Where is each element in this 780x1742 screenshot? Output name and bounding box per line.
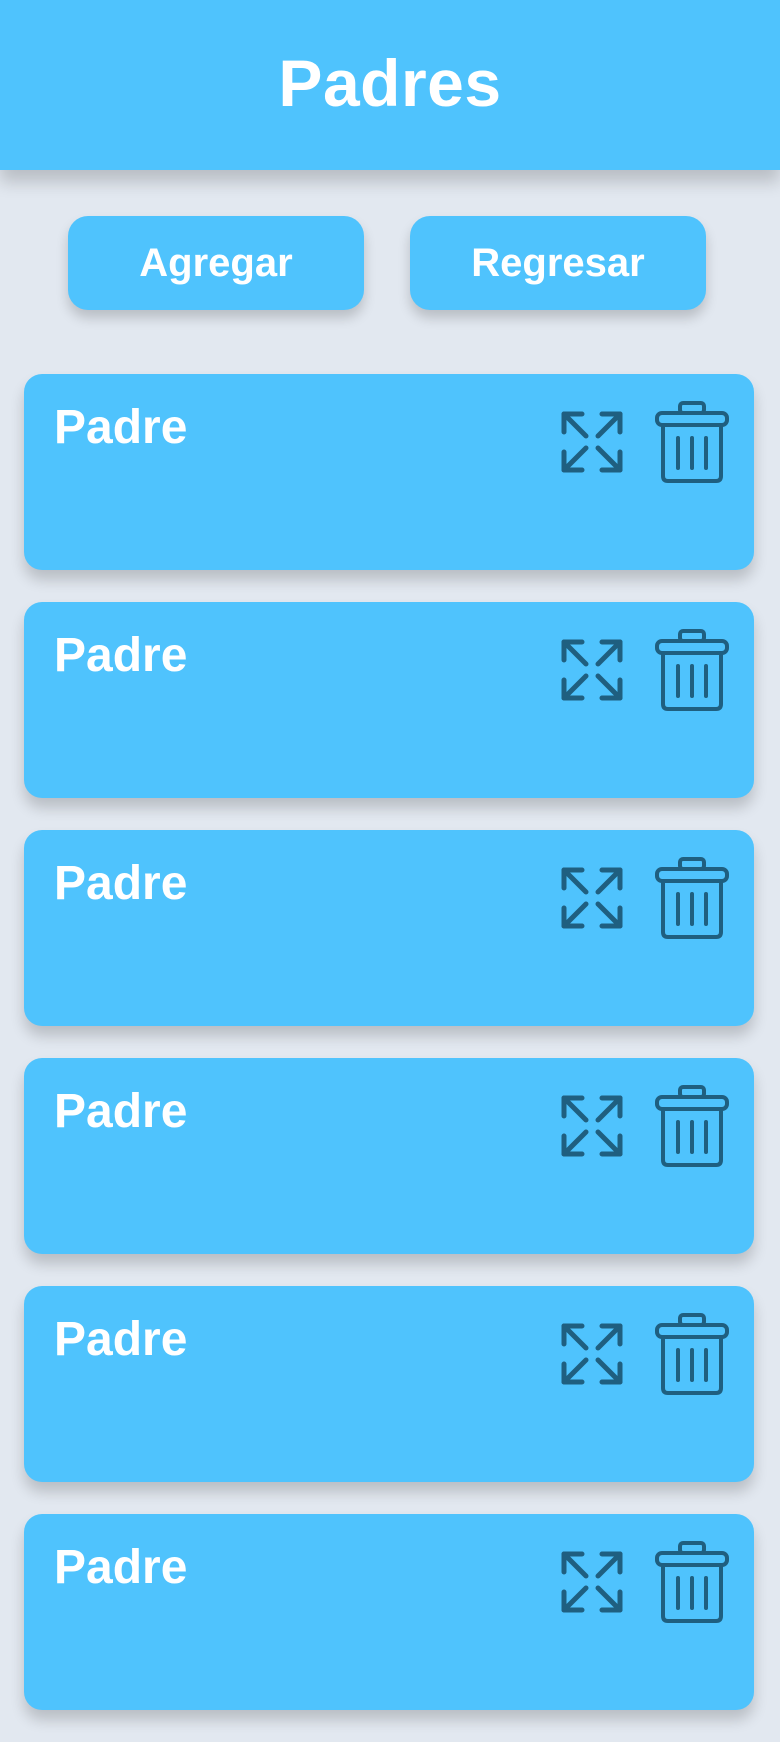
app-header: Padres — [0, 0, 780, 170]
expand-icon[interactable] — [552, 1084, 632, 1168]
action-bar: Agregar Regresar — [0, 216, 780, 310]
list-item-title: Padre — [54, 401, 188, 454]
list-item[interactable]: Padre — [24, 1514, 754, 1710]
list-item-title: Padre — [54, 857, 188, 910]
expand-icon[interactable] — [552, 1312, 632, 1396]
list-item-title: Padre — [54, 1541, 188, 1594]
back-button[interactable]: Regresar — [410, 216, 706, 310]
expand-icon[interactable] — [552, 628, 632, 712]
page-title: Padres — [278, 46, 502, 120]
expand-icon[interactable] — [552, 400, 632, 484]
trash-icon[interactable] — [652, 1084, 732, 1168]
expand-icon[interactable] — [552, 1540, 632, 1624]
parent-list: Padre Padre Padre Padre Padre Padre — [24, 374, 754, 1742]
trash-icon[interactable] — [652, 400, 732, 484]
trash-icon[interactable] — [652, 628, 732, 712]
trash-icon[interactable] — [652, 1540, 732, 1624]
list-item[interactable]: Padre — [24, 1286, 754, 1482]
list-item-title: Padre — [54, 1085, 188, 1138]
expand-icon[interactable] — [552, 856, 632, 940]
list-item-title: Padre — [54, 629, 188, 682]
add-button[interactable]: Agregar — [68, 216, 364, 310]
trash-icon[interactable] — [652, 856, 732, 940]
list-item[interactable]: Padre — [24, 602, 754, 798]
trash-icon[interactable] — [652, 1312, 732, 1396]
list-item-title: Padre — [54, 1313, 188, 1366]
list-item[interactable]: Padre — [24, 374, 754, 570]
list-item[interactable]: Padre — [24, 1058, 754, 1254]
list-item[interactable]: Padre — [24, 830, 754, 1026]
